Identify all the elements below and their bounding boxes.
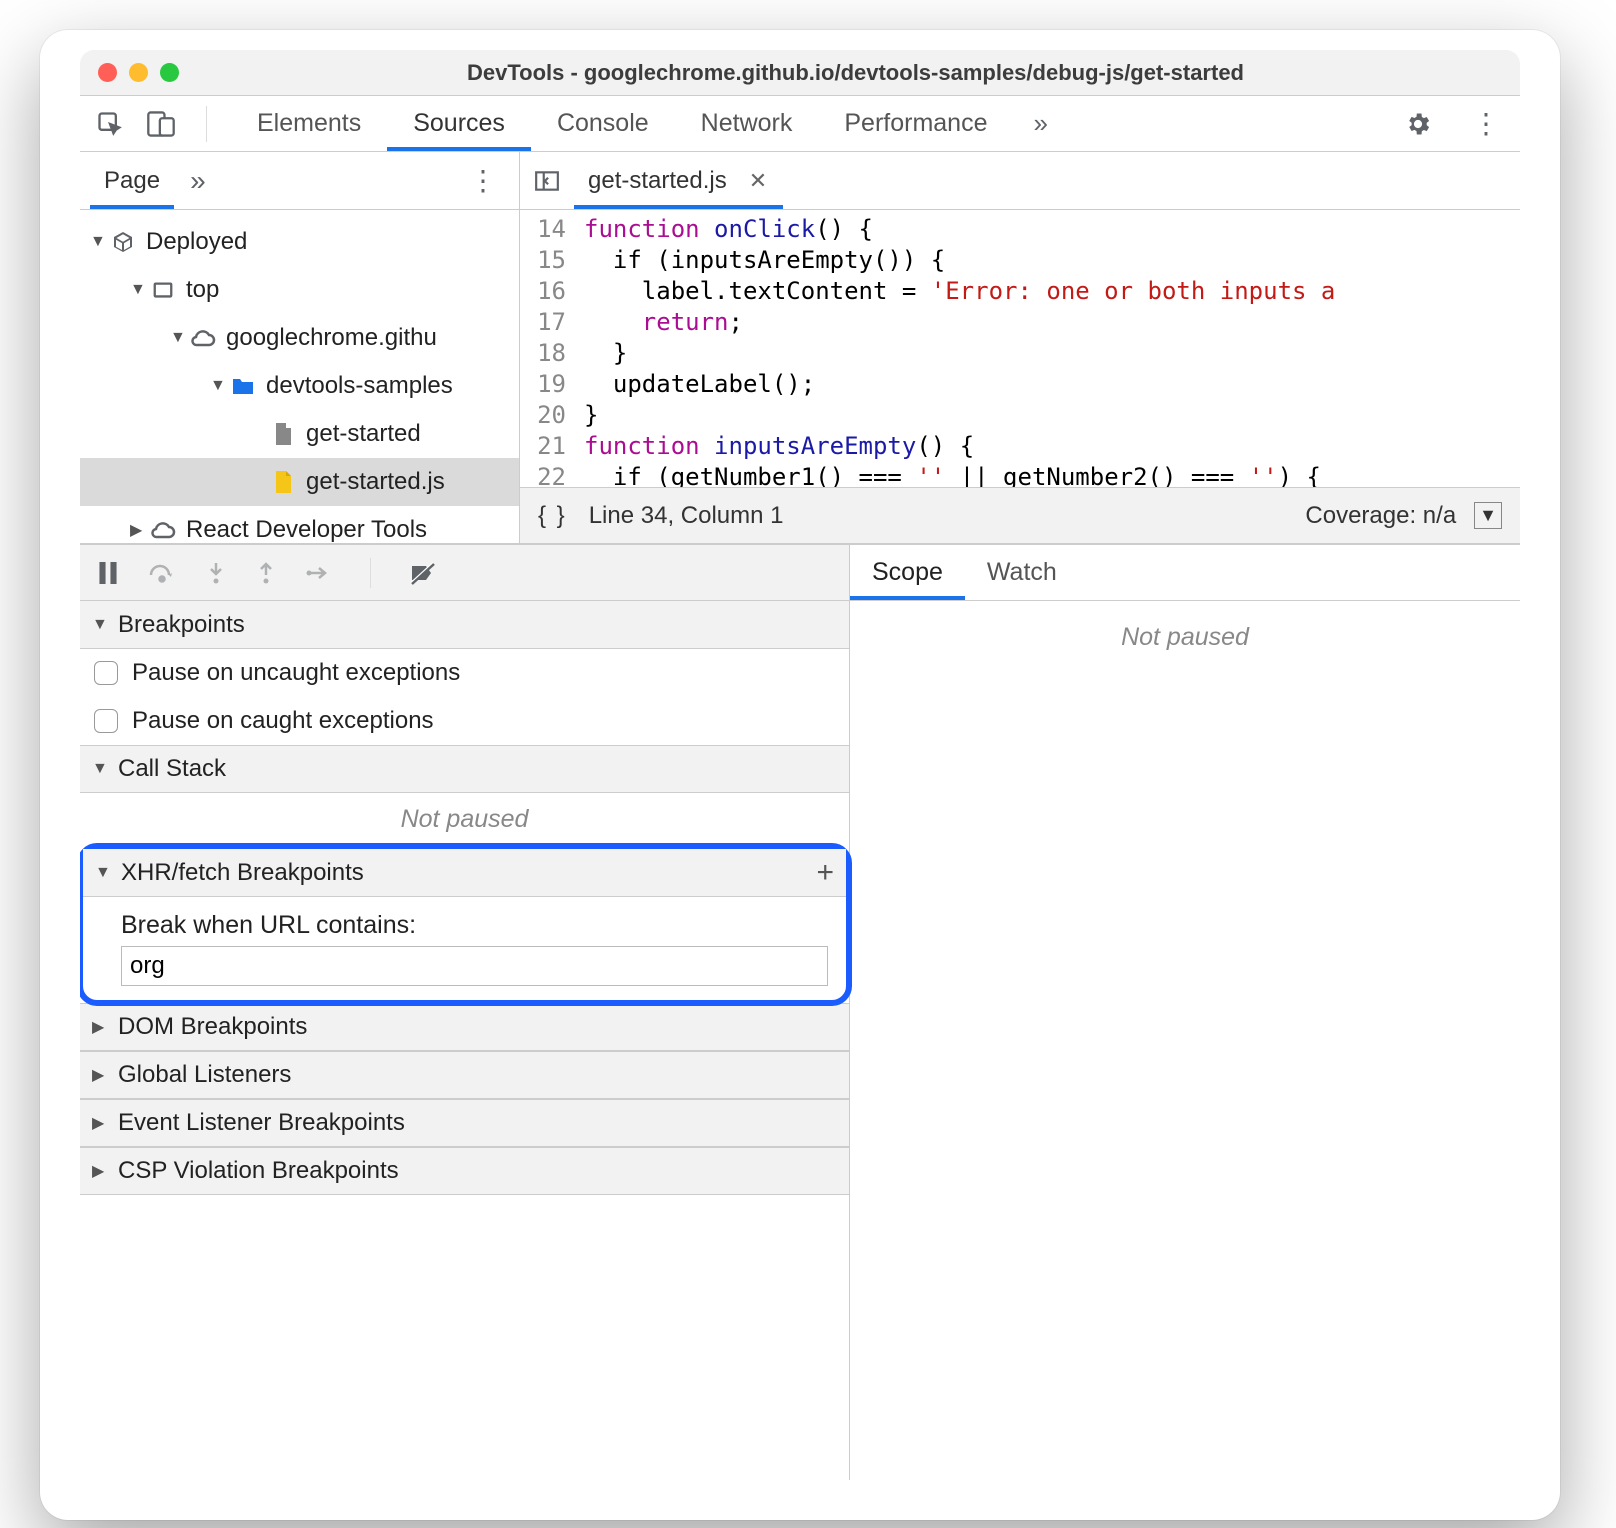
file-tree: ▼Deployed ▼top ▼googlechrome.githu ▼devt…	[80, 210, 519, 543]
editor-tab-name: get-started.js	[588, 167, 727, 195]
file-icon	[268, 422, 298, 446]
checkbox-icon[interactable]	[94, 709, 118, 733]
js-file-icon	[268, 470, 298, 494]
call-stack-header[interactable]: ▼Call Stack	[80, 745, 849, 793]
maximize-window-icon[interactable]	[160, 63, 179, 82]
step-into-icon[interactable]	[206, 561, 226, 585]
tab-network[interactable]: Network	[675, 96, 819, 151]
tree-item-folder[interactable]: ▼devtools-samples	[80, 362, 519, 410]
coverage-label: Coverage: n/a	[1305, 502, 1456, 530]
breakpoints-header[interactable]: ▼Breakpoints	[80, 601, 849, 649]
navigator-tab-page[interactable]: Page	[90, 152, 174, 209]
pretty-print-icon[interactable]: { }	[538, 502, 567, 530]
tree-item-origin[interactable]: ▼googlechrome.githu	[80, 314, 519, 362]
global-listeners-header[interactable]: ▶Global Listeners	[80, 1051, 849, 1099]
navigator-more-icon[interactable]: »	[174, 165, 222, 197]
scope-tab[interactable]: Scope	[850, 545, 965, 600]
cloud-icon	[148, 520, 178, 540]
folder-icon	[228, 376, 258, 396]
checkbox-icon[interactable]	[94, 661, 118, 685]
xhr-url-input[interactable]	[121, 946, 828, 986]
navigator-menu-icon[interactable]: ⋮	[457, 164, 509, 197]
tab-performance[interactable]: Performance	[818, 96, 1013, 151]
close-tab-icon[interactable]: ✕	[741, 168, 775, 194]
code-editor: get-started.js ✕ 141516171819202122 funct…	[520, 152, 1520, 543]
scope-watch-panel: Scope Watch Not paused	[850, 545, 1520, 1480]
csp-violation-bp-header[interactable]: ▶CSP Violation Breakpoints	[80, 1147, 849, 1195]
minimize-window-icon[interactable]	[129, 63, 148, 82]
code-area[interactable]: function onClick() { if (inputsAreEmpty(…	[576, 214, 1520, 487]
pause-icon[interactable]	[98, 562, 118, 584]
dom-breakpoints-header[interactable]: ▶DOM Breakpoints	[80, 1003, 849, 1051]
navigator-panel: Page » ⋮ ▼Deployed ▼top ▼googlechrome.gi…	[80, 152, 520, 543]
debugger-toolbar	[80, 545, 849, 601]
event-listener-bp-header[interactable]: ▶Event Listener Breakpoints	[80, 1099, 849, 1147]
debugger-sidebar: ▼Breakpoints Pause on uncaught exception…	[80, 545, 850, 1480]
line-gutter: 141516171819202122	[520, 214, 576, 487]
tree-item-top[interactable]: ▼top	[80, 266, 519, 314]
cube-icon	[108, 230, 138, 254]
cloud-icon	[188, 328, 218, 348]
close-window-icon[interactable]	[98, 63, 117, 82]
tab-elements[interactable]: Elements	[231, 96, 387, 151]
step-out-icon[interactable]	[256, 561, 276, 585]
tree-item-react-ext[interactable]: ▶React Developer Tools	[80, 506, 519, 543]
inspect-icon[interactable]	[96, 110, 124, 138]
devtools-window: DevTools - googlechrome.github.io/devtoo…	[80, 50, 1520, 1480]
cursor-position: Line 34, Column 1	[589, 502, 784, 530]
watch-tab[interactable]: Watch	[965, 545, 1079, 600]
step-over-icon[interactable]	[148, 562, 176, 584]
coverage-dropdown-icon[interactable]: ▼	[1474, 502, 1502, 529]
device-toggle-icon[interactable]	[146, 110, 176, 138]
pause-caught-checkbox-row[interactable]: Pause on caught exceptions	[80, 697, 849, 745]
not-paused-label: Not paused	[80, 793, 849, 846]
add-xhr-breakpoint-icon[interactable]: +	[816, 856, 834, 890]
tree-item-deployed[interactable]: ▼Deployed	[80, 218, 519, 266]
tree-item-js-file[interactable]: get-started.js	[80, 458, 519, 506]
tab-console[interactable]: Console	[531, 96, 675, 151]
tree-item-html-file[interactable]: get-started	[80, 410, 519, 458]
frame-icon	[148, 279, 178, 301]
editor-status-bar: { } Line 34, Column 1 Coverage: n/a ▼	[520, 487, 1520, 543]
panel-tab-bar: Elements Sources Console Network Perform…	[80, 96, 1520, 152]
settings-icon[interactable]	[1384, 110, 1452, 138]
deactivate-breakpoints-icon[interactable]	[409, 561, 437, 585]
tab-sources[interactable]: Sources	[387, 96, 531, 151]
xhr-breakpoints-header[interactable]: ▼XHR/fetch Breakpoints+	[83, 849, 846, 897]
xhr-url-label: Break when URL contains:	[121, 911, 828, 940]
scope-not-paused: Not paused	[850, 601, 1520, 664]
window-title: DevTools - googlechrome.github.io/devtoo…	[209, 60, 1502, 86]
toggle-navigator-icon[interactable]	[520, 168, 574, 194]
more-tabs-icon[interactable]: »	[1013, 108, 1067, 139]
kebab-menu-icon[interactable]: ⋮	[1452, 107, 1520, 140]
titlebar: DevTools - googlechrome.github.io/devtoo…	[80, 50, 1520, 96]
xhr-breakpoints-pane: ▼XHR/fetch Breakpoints+ Break when URL c…	[80, 843, 852, 1006]
divider	[206, 106, 207, 142]
step-icon[interactable]	[306, 563, 332, 583]
divider	[370, 558, 371, 588]
pause-uncaught-checkbox-row[interactable]: Pause on uncaught exceptions	[80, 649, 849, 697]
editor-tab[interactable]: get-started.js ✕	[574, 152, 783, 209]
